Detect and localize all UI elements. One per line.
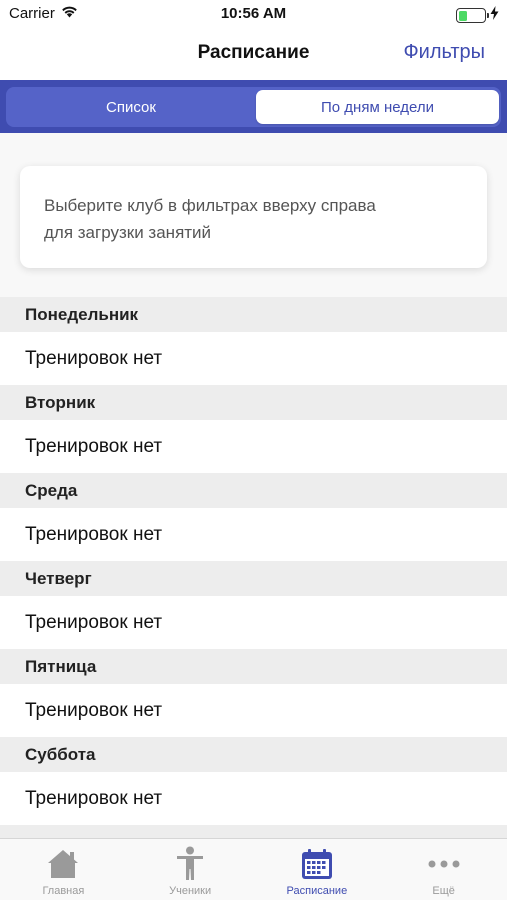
day-row-saturday: Тренировок нет xyxy=(0,772,507,825)
day-header-wednesday: Среда xyxy=(0,473,507,508)
info-message-line-2: для загрузки занятий xyxy=(44,223,212,242)
day-header-thursday: Четверг xyxy=(0,561,507,596)
day-header-friday: Пятница xyxy=(0,649,507,684)
tab-home[interactable]: Главная xyxy=(0,839,127,900)
day-header-saturday: Суббота xyxy=(0,737,507,772)
days-list: Понедельник Тренировок нет Вторник Трени… xyxy=(0,297,507,838)
day-row-friday: Тренировок нет xyxy=(0,684,507,737)
calendar-icon xyxy=(299,846,335,882)
filters-button[interactable]: Фильтры xyxy=(403,41,485,64)
segment-by-days[interactable]: По дням недели xyxy=(256,90,499,124)
day-row-tuesday: Тренировок нет xyxy=(0,420,507,473)
status-bar: Carrier 10:56 AM xyxy=(0,0,507,28)
view-mode-segmented-control: Список По дням недели xyxy=(6,87,501,127)
tab-students-label: Ученики xyxy=(169,885,212,897)
navigation-bar: Расписание Фильтры xyxy=(0,28,507,80)
more-icon xyxy=(426,846,462,882)
tab-schedule-label: Расписание xyxy=(286,885,348,897)
home-icon xyxy=(45,846,81,882)
battery-icon xyxy=(456,8,489,23)
segment-bar: Список По дням недели xyxy=(0,80,507,133)
tab-bar: Главная Ученики Расписание Ещё xyxy=(0,838,507,900)
day-header-monday: Понедельник xyxy=(0,297,507,332)
status-right xyxy=(456,6,499,25)
info-card: Выберите клуб в фильтрах вверху справа д… xyxy=(20,166,487,268)
schedule-content: Выберите клуб в фильтрах вверху справа д… xyxy=(0,133,507,838)
segment-list[interactable]: Список xyxy=(9,90,253,124)
day-row-wednesday: Тренировок нет xyxy=(0,508,507,561)
person-icon xyxy=(172,846,208,882)
status-time: 10:56 AM xyxy=(220,5,287,22)
tab-more[interactable]: Ещё xyxy=(380,839,507,900)
info-message-line-1: Выберите клуб в фильтрах вверху справа xyxy=(44,196,376,215)
tab-home-label: Главная xyxy=(42,885,85,897)
day-header-next xyxy=(0,825,507,838)
battery-level xyxy=(458,10,468,21)
day-row-monday: Тренировок нет xyxy=(0,332,507,385)
day-row-thursday: Тренировок нет xyxy=(0,596,507,649)
day-header-tuesday: Вторник xyxy=(0,385,507,420)
tab-students[interactable]: Ученики xyxy=(127,839,254,900)
tab-more-label: Ещё xyxy=(432,885,455,897)
charging-icon xyxy=(490,6,499,25)
tab-schedule[interactable]: Расписание xyxy=(254,839,381,900)
